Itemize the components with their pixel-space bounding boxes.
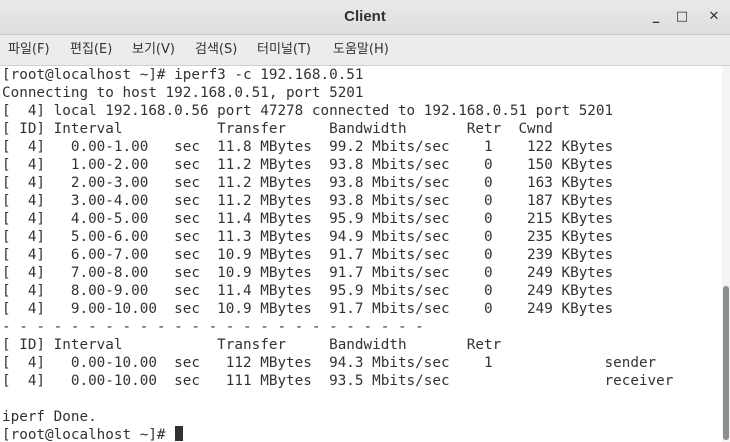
terminal-output[interactable]: [root@localhost ~]# iperf3 -c 192.168.0.… (0, 66, 722, 442)
terminal-line: [root@localhost ~]# iperf3 -c 192.168.0.… (2, 67, 364, 83)
terminal-line: [ 4] 9.00-10.00 sec 10.9 MBytes 91.7 Mbi… (2, 301, 614, 317)
terminal-prompt: [root@localhost ~]# (2, 427, 175, 442)
terminal-line: [ 4] local 192.168.0.56 port 47278 conne… (2, 103, 614, 119)
terminal-prompt-line[interactable]: [root@localhost ~]# (2, 426, 184, 442)
terminal-line: [ 4] 6.00-7.00 sec 10.9 MBytes 91.7 Mbit… (2, 247, 614, 263)
menu-edit[interactable]: 편집(E) (70, 35, 112, 65)
menu-help[interactable]: 도움말(H) (333, 35, 389, 65)
terminal-window: Client _ □ ✕ 파일(F) 편집(E) 보기(V) 검색(S) 터미널… (0, 0, 730, 442)
terminal-line: iperf Done. (2, 409, 97, 425)
menu-bar: 파일(F) 편집(E) 보기(V) 검색(S) 터미널(T) 도움말(H) (0, 35, 730, 66)
menu-view[interactable]: 보기(V) (132, 35, 175, 65)
terminal-separator: - - - - - - - - - - - - - - - - - - - - … (2, 319, 424, 335)
text-cursor (175, 426, 184, 441)
terminal-scrollbar[interactable] (722, 66, 730, 442)
window-title: Client (344, 8, 386, 25)
terminal-line: [ 4] 0.00-10.00 sec 111 MBytes 93.5 Mbit… (2, 373, 674, 389)
terminal-line: [ 4] 5.00-6.00 sec 11.3 MBytes 94.9 Mbit… (2, 229, 614, 245)
terminal-line: [ 4] 1.00-2.00 sec 11.2 MBytes 93.8 Mbit… (2, 157, 614, 173)
terminal-line: [ 4] 0.00-10.00 sec 112 MBytes 94.3 Mbit… (2, 355, 657, 371)
menu-search[interactable]: 검색(S) (195, 35, 237, 65)
minimize-button[interactable]: _ (644, 5, 668, 29)
terminal-line: [ 4] 8.00-9.00 sec 11.4 MBytes 95.9 Mbit… (2, 283, 614, 299)
menu-file[interactable]: 파일(F) (8, 35, 50, 65)
terminal-line: [ ID] Interval Transfer Bandwidth Retr C… (2, 121, 553, 137)
terminal-line: [ 4] 0.00-1.00 sec 11.8 MBytes 99.2 Mbit… (2, 139, 614, 155)
terminal-line: [ 4] 4.00-5.00 sec 11.4 MBytes 95.9 Mbit… (2, 211, 614, 227)
scrollbar-thumb[interactable] (723, 286, 729, 440)
terminal-line: [ 4] 7.00-8.00 sec 10.9 MBytes 91.7 Mbit… (2, 265, 614, 281)
menu-terminal[interactable]: 터미널(T) (257, 35, 311, 65)
maximize-button[interactable]: □ (670, 5, 694, 29)
terminal-line: [ 4] 3.00-4.00 sec 11.2 MBytes 93.8 Mbit… (2, 193, 614, 209)
terminal-line: [ 4] 2.00-3.00 sec 11.2 MBytes 93.8 Mbit… (2, 175, 614, 191)
terminal-line: Connecting to host 192.168.0.51, port 52… (2, 85, 364, 101)
close-button[interactable]: ✕ (702, 5, 726, 29)
terminal-line: [ ID] Interval Transfer Bandwidth Retr (2, 337, 502, 353)
title-bar[interactable]: Client _ □ ✕ (0, 0, 730, 35)
